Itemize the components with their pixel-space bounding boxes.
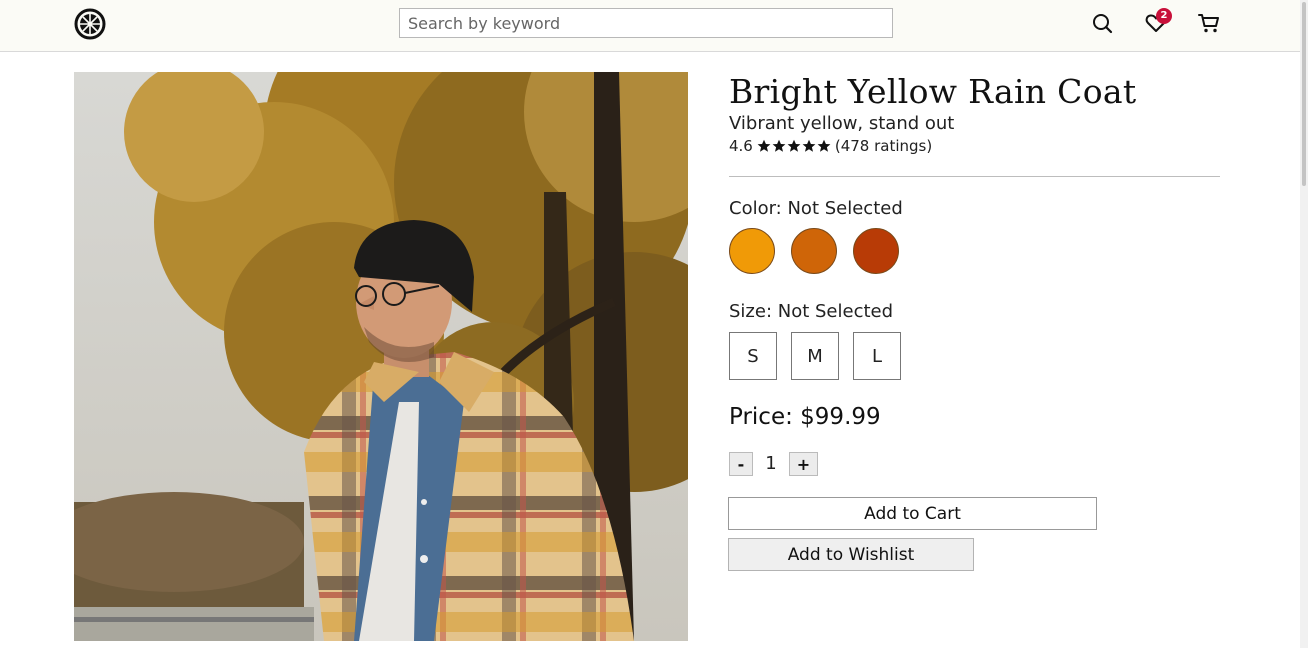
product-image [74, 72, 688, 641]
add-to-cart-button[interactable]: Add to Cart [728, 497, 1097, 530]
top-bar: 2 [0, 0, 1300, 52]
cart-icon[interactable] [1198, 12, 1220, 34]
color-swatch-1[interactable] [729, 228, 775, 274]
product-title: Bright Yellow Rain Coat [729, 72, 1137, 111]
quantity-increase-button[interactable]: + [789, 452, 818, 476]
size-button-l[interactable]: L [853, 332, 901, 380]
product-rating: 4.6 (478 ratings) [729, 137, 932, 155]
divider [729, 176, 1220, 177]
color-swatch-3[interactable] [853, 228, 899, 274]
star-icon [802, 139, 816, 152]
scrollbar-thumb[interactable] [1302, 2, 1306, 186]
color-label: Color: Not Selected [729, 198, 903, 219]
add-to-wishlist-button[interactable]: Add to Wishlist [728, 538, 974, 571]
size-label: Size: Not Selected [729, 301, 894, 322]
wishlist-count-badge: 2 [1156, 8, 1172, 24]
search-input[interactable] [399, 8, 893, 38]
search-icon[interactable] [1091, 12, 1113, 34]
product-subtitle: Vibrant yellow, stand out [729, 113, 955, 134]
rating-value: 4.6 [729, 137, 753, 155]
color-swatch-2[interactable] [791, 228, 837, 274]
size-button-m[interactable]: M [791, 332, 839, 380]
quantity-decrease-button[interactable]: - [729, 452, 753, 476]
star-icon [787, 139, 801, 152]
rating-stars [757, 139, 831, 153]
quantity-value: 1 [765, 453, 777, 474]
star-icon [817, 139, 831, 152]
size-button-s[interactable]: S [729, 332, 777, 380]
ratings-count: (478 ratings) [834, 137, 933, 155]
star-icon [772, 139, 786, 152]
logo-icon[interactable] [74, 8, 106, 40]
star-icon [757, 139, 771, 152]
product-price: Price: $99.99 [729, 404, 881, 430]
